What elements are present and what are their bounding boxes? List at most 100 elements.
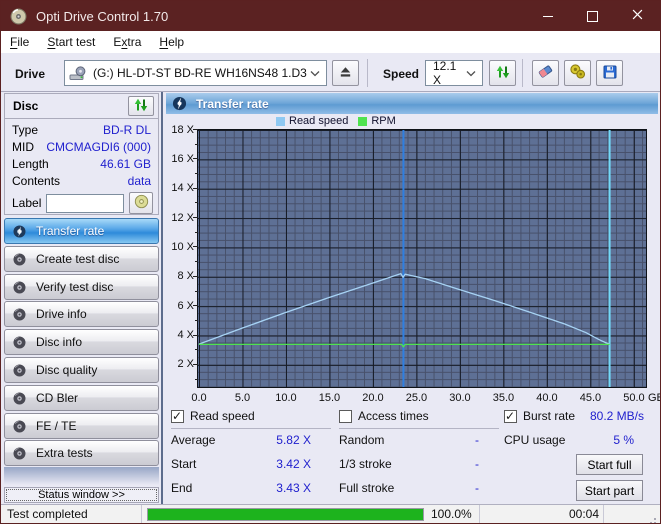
menu-extra[interactable]: Extra xyxy=(104,32,150,52)
y-axis-minor-tick xyxy=(195,202,198,203)
legend-item-rpm: RPM xyxy=(358,115,395,127)
result-row-end: End 3.43 X xyxy=(171,481,311,495)
field-value: CMCMAGDI6 (000) xyxy=(46,140,151,155)
legend-label: RPM xyxy=(371,115,395,127)
result-row-average: Average5.82 X xyxy=(171,433,311,447)
sidebar-item-disc-info[interactable]: Disc info xyxy=(4,329,159,355)
x-axis-label: 50.0 xyxy=(616,392,652,404)
app-cd-icon xyxy=(10,8,27,25)
read-speed-checkbox-label: Read speed xyxy=(190,409,255,423)
result-row-full-stroke: Full stroke - xyxy=(339,481,479,495)
result-label: 1/3 stroke xyxy=(339,457,392,471)
refresh-speed-button[interactable] xyxy=(489,60,516,86)
disc-icon xyxy=(12,307,27,322)
statusbar: Test completed 100.0% 00:04 xyxy=(1,504,660,524)
menu-start-test[interactable]: Start test xyxy=(38,32,104,52)
erase-disc-button[interactable] xyxy=(532,60,559,86)
disc-panel-title: Disc xyxy=(13,99,38,113)
read-speed-checkbox-row: Read speed xyxy=(171,409,331,423)
disc-field-mid: MID CMCMAGDI6 (000) xyxy=(5,139,158,156)
minimize-button[interactable] xyxy=(525,1,570,31)
section-title: Transfer rate xyxy=(196,97,269,111)
menu-file[interactable]: File xyxy=(1,32,38,52)
elapsed-time: 00:04 xyxy=(481,507,599,521)
sidebar-item-label: Disc quality xyxy=(36,363,97,377)
y-axis-minor-tick xyxy=(195,173,198,174)
result-row-start: Start3.42 X xyxy=(171,457,311,471)
progress-bar xyxy=(147,508,424,521)
y-axis-label: 2 X xyxy=(164,357,194,371)
maximize-icon xyxy=(587,11,598,22)
save-button[interactable] xyxy=(596,60,623,86)
x-axis-label: 10.0 xyxy=(268,392,304,404)
drive-select-value: (G:) HL-DT-ST BD-RE WH16NS48 1.D3 xyxy=(93,66,307,80)
field-value: BD-R DL xyxy=(103,123,151,138)
y-axis-label: 12 X xyxy=(164,211,194,225)
plot-area xyxy=(197,129,647,388)
floppy-save-icon xyxy=(602,64,618,83)
sidebar-item-drive-info[interactable]: Drive info xyxy=(4,301,159,327)
x-axis-label: 15.0 xyxy=(311,392,347,404)
speed-select[interactable]: 12.1 X xyxy=(425,60,483,86)
eject-button[interactable] xyxy=(332,60,359,86)
resize-grip[interactable] xyxy=(654,518,656,520)
close-button[interactable] xyxy=(615,1,660,31)
disc-field-type: Type BD-R DL xyxy=(5,122,158,139)
start-part-button[interactable]: Start part xyxy=(576,480,643,501)
maximize-button[interactable] xyxy=(570,1,615,31)
chart-canvas xyxy=(198,130,646,387)
sidebar-item-verify-test-disc[interactable]: Verify test disc xyxy=(4,274,159,300)
sidebar-item-disc-quality[interactable]: Disc quality xyxy=(4,357,159,383)
disc-icon xyxy=(12,335,27,350)
toolbar-separator xyxy=(367,59,368,87)
app-window: Opti Drive Control 1.70 FileStart testEx… xyxy=(0,0,661,524)
result-value: - xyxy=(475,481,479,495)
sidebar-item-cd-bler[interactable]: CD Bler xyxy=(4,385,159,411)
y-axis-tick xyxy=(193,276,198,277)
column-divider xyxy=(171,428,331,429)
chevron-down-icon xyxy=(466,70,476,77)
field-label: MID xyxy=(12,140,34,155)
chevron-down-icon xyxy=(310,70,320,77)
sidebar-item-create-test-disc[interactable]: Create test disc xyxy=(4,246,159,272)
result-label: End xyxy=(171,481,192,495)
sidebar-item-label: FE / TE xyxy=(36,419,76,433)
result-row-1-3-stroke: 1/3 stroke - xyxy=(339,457,479,471)
refresh-disc-button[interactable] xyxy=(128,96,154,116)
burst-rate-checkbox-label: Burst rate xyxy=(523,409,575,423)
nav-fade xyxy=(4,467,159,485)
legend-label: Read speed xyxy=(289,115,348,127)
label-input[interactable] xyxy=(46,194,124,213)
sidebar-item-extra-tests[interactable]: Extra tests xyxy=(4,440,159,466)
y-axis-tick xyxy=(193,158,198,159)
results-column-read-speed: Read speedAverage5.82 XStart3.42 XEnd3.4… xyxy=(171,409,331,423)
results-column-access-times: Access timesRandom-1/3 stroke-Full strok… xyxy=(339,409,499,423)
access-times-checkbox[interactable] xyxy=(339,410,352,423)
sidebar-item-transfer-rate[interactable]: Transfer rate xyxy=(4,218,159,244)
sidebar-item-fe-te[interactable]: FE / TE xyxy=(4,413,159,439)
progress-fill xyxy=(148,509,423,520)
column-divider xyxy=(339,428,499,429)
menu-help[interactable]: Help xyxy=(150,32,193,52)
burst-rate-checkbox[interactable] xyxy=(504,410,517,423)
y-axis-tick xyxy=(193,364,198,365)
field-label: Type xyxy=(12,123,38,138)
x-axis-unit: GB xyxy=(648,392,661,404)
legend-swatch xyxy=(276,117,285,126)
result-value: - xyxy=(475,457,479,471)
read-speed-checkbox[interactable] xyxy=(171,410,184,423)
status-window-button[interactable]: Status window >> xyxy=(4,487,159,503)
access-times-checkbox-label: Access times xyxy=(358,409,429,423)
result-label: Start xyxy=(171,457,196,471)
field-value: data xyxy=(128,174,151,189)
result-label: Full stroke xyxy=(339,481,394,495)
x-axis-label: 35.0 xyxy=(485,392,521,404)
y-axis-label: 4 X xyxy=(164,328,194,342)
minimize-icon xyxy=(543,16,553,17)
start-full-button[interactable]: Start full xyxy=(576,454,643,475)
drive-select[interactable]: (G:) HL-DT-ST BD-RE WH16NS48 1.D3 xyxy=(64,60,327,86)
options-button[interactable] xyxy=(564,60,591,86)
x-axis-label: 0.0 xyxy=(181,392,217,404)
result-value: 3.43 X xyxy=(276,481,311,495)
write-label-button[interactable] xyxy=(129,192,153,214)
